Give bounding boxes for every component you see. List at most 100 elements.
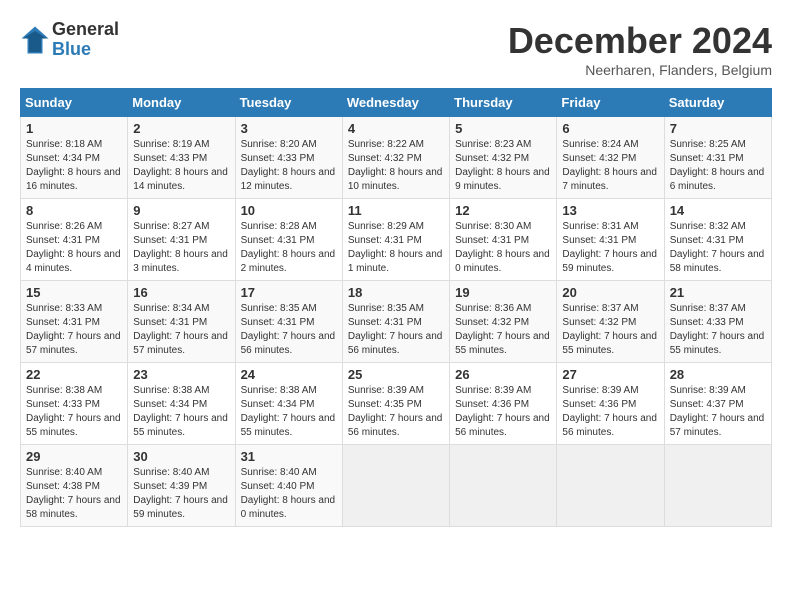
sunrise-label: Sunrise: 8:38 AM (26, 385, 102, 396)
sunset-label: Sunset: 4:31 PM (26, 235, 100, 246)
calendar-cell: 2 Sunrise: 8:19 AM Sunset: 4:33 PM Dayli… (128, 117, 235, 199)
day-number: 5 (455, 121, 551, 136)
day-number: 16 (133, 285, 229, 300)
day-info: Sunrise: 8:38 AM Sunset: 4:34 PM Dayligh… (241, 384, 337, 440)
day-info: Sunrise: 8:38 AM Sunset: 4:33 PM Dayligh… (26, 384, 122, 440)
location-subtitle: Neerharen, Flanders, Belgium (508, 62, 772, 78)
calendar-table: SundayMondayTuesdayWednesdayThursdayFrid… (20, 88, 772, 527)
day-info: Sunrise: 8:33 AM Sunset: 4:31 PM Dayligh… (26, 302, 122, 358)
sunset-label: Sunset: 4:32 PM (455, 317, 529, 328)
sunset-label: Sunset: 4:31 PM (133, 317, 207, 328)
sunrise-label: Sunrise: 8:31 AM (562, 221, 638, 232)
sunset-label: Sunset: 4:35 PM (348, 399, 422, 410)
calendar-cell (450, 445, 557, 527)
day-info: Sunrise: 8:39 AM Sunset: 4:37 PM Dayligh… (670, 384, 766, 440)
day-info: Sunrise: 8:27 AM Sunset: 4:31 PM Dayligh… (133, 220, 229, 276)
day-info: Sunrise: 8:34 AM Sunset: 4:31 PM Dayligh… (133, 302, 229, 358)
calendar-cell: 7 Sunrise: 8:25 AM Sunset: 4:31 PM Dayli… (664, 117, 771, 199)
sunrise-label: Sunrise: 8:35 AM (241, 303, 317, 314)
day-info: Sunrise: 8:20 AM Sunset: 4:33 PM Dayligh… (241, 138, 337, 194)
day-info: Sunrise: 8:32 AM Sunset: 4:31 PM Dayligh… (670, 220, 766, 276)
daylight-label: Daylight: 7 hours and 57 minutes. (26, 331, 121, 356)
day-number: 7 (670, 121, 766, 136)
day-number: 9 (133, 203, 229, 218)
day-info: Sunrise: 8:25 AM Sunset: 4:31 PM Dayligh… (670, 138, 766, 194)
daylight-label: Daylight: 8 hours and 16 minutes. (26, 167, 121, 192)
day-info: Sunrise: 8:35 AM Sunset: 4:31 PM Dayligh… (348, 302, 444, 358)
sunrise-label: Sunrise: 8:32 AM (670, 221, 746, 232)
daylight-label: Daylight: 8 hours and 3 minutes. (133, 249, 228, 274)
daylight-label: Daylight: 7 hours and 58 minutes. (670, 249, 765, 274)
sunset-label: Sunset: 4:32 PM (348, 153, 422, 164)
day-number: 8 (26, 203, 122, 218)
sunset-label: Sunset: 4:40 PM (241, 481, 315, 492)
day-info: Sunrise: 8:39 AM Sunset: 4:35 PM Dayligh… (348, 384, 444, 440)
day-number: 3 (241, 121, 337, 136)
daylight-label: Daylight: 8 hours and 6 minutes. (670, 167, 765, 192)
calendar-week-row: 8 Sunrise: 8:26 AM Sunset: 4:31 PM Dayli… (21, 199, 772, 281)
day-number: 10 (241, 203, 337, 218)
daylight-label: Daylight: 8 hours and 4 minutes. (26, 249, 121, 274)
daylight-label: Daylight: 7 hours and 55 minutes. (26, 413, 121, 438)
sunrise-label: Sunrise: 8:39 AM (455, 385, 531, 396)
header-thursday: Thursday (450, 89, 557, 117)
sunrise-label: Sunrise: 8:40 AM (26, 467, 102, 478)
daylight-label: Daylight: 7 hours and 56 minutes. (348, 413, 443, 438)
day-number: 30 (133, 449, 229, 464)
sunrise-label: Sunrise: 8:25 AM (670, 139, 746, 150)
calendar-cell: 29 Sunrise: 8:40 AM Sunset: 4:38 PM Dayl… (21, 445, 128, 527)
sunset-label: Sunset: 4:31 PM (670, 235, 744, 246)
day-number: 13 (562, 203, 658, 218)
day-number: 31 (241, 449, 337, 464)
sunrise-label: Sunrise: 8:38 AM (133, 385, 209, 396)
daylight-label: Daylight: 7 hours and 56 minutes. (241, 331, 336, 356)
calendar-cell: 21 Sunrise: 8:37 AM Sunset: 4:33 PM Dayl… (664, 281, 771, 363)
day-number: 20 (562, 285, 658, 300)
sunrise-label: Sunrise: 8:28 AM (241, 221, 317, 232)
sunset-label: Sunset: 4:34 PM (241, 399, 315, 410)
calendar-cell: 23 Sunrise: 8:38 AM Sunset: 4:34 PM Dayl… (128, 363, 235, 445)
sunrise-label: Sunrise: 8:38 AM (241, 385, 317, 396)
day-info: Sunrise: 8:22 AM Sunset: 4:32 PM Dayligh… (348, 138, 444, 194)
page-header: General Blue December 2024 Neerharen, Fl… (20, 20, 772, 78)
header-sunday: Sunday (21, 89, 128, 117)
sunrise-label: Sunrise: 8:19 AM (133, 139, 209, 150)
calendar-week-row: 15 Sunrise: 8:33 AM Sunset: 4:31 PM Dayl… (21, 281, 772, 363)
calendar-cell: 6 Sunrise: 8:24 AM Sunset: 4:32 PM Dayli… (557, 117, 664, 199)
daylight-label: Daylight: 7 hours and 58 minutes. (26, 495, 121, 520)
day-number: 25 (348, 367, 444, 382)
sunset-label: Sunset: 4:36 PM (455, 399, 529, 410)
day-info: Sunrise: 8:37 AM Sunset: 4:33 PM Dayligh… (670, 302, 766, 358)
day-number: 1 (26, 121, 122, 136)
day-info: Sunrise: 8:29 AM Sunset: 4:31 PM Dayligh… (348, 220, 444, 276)
daylight-label: Daylight: 8 hours and 0 minutes. (241, 495, 336, 520)
sunset-label: Sunset: 4:31 PM (241, 317, 315, 328)
header-monday: Monday (128, 89, 235, 117)
day-number: 29 (26, 449, 122, 464)
calendar-cell: 30 Sunrise: 8:40 AM Sunset: 4:39 PM Dayl… (128, 445, 235, 527)
day-number: 28 (670, 367, 766, 382)
calendar-week-row: 22 Sunrise: 8:38 AM Sunset: 4:33 PM Dayl… (21, 363, 772, 445)
sunrise-label: Sunrise: 8:37 AM (562, 303, 638, 314)
day-number: 14 (670, 203, 766, 218)
calendar-cell: 12 Sunrise: 8:30 AM Sunset: 4:31 PM Dayl… (450, 199, 557, 281)
calendar-cell: 10 Sunrise: 8:28 AM Sunset: 4:31 PM Dayl… (235, 199, 342, 281)
day-info: Sunrise: 8:24 AM Sunset: 4:32 PM Dayligh… (562, 138, 658, 194)
daylight-label: Daylight: 7 hours and 56 minutes. (562, 413, 657, 438)
sunset-label: Sunset: 4:33 PM (133, 153, 207, 164)
calendar-cell (664, 445, 771, 527)
sunrise-label: Sunrise: 8:39 AM (562, 385, 638, 396)
logo: General Blue (20, 20, 119, 60)
daylight-label: Daylight: 8 hours and 1 minute. (348, 249, 443, 274)
daylight-label: Daylight: 8 hours and 14 minutes. (133, 167, 228, 192)
daylight-label: Daylight: 8 hours and 7 minutes. (562, 167, 657, 192)
sunset-label: Sunset: 4:31 PM (241, 235, 315, 246)
calendar-cell: 3 Sunrise: 8:20 AM Sunset: 4:33 PM Dayli… (235, 117, 342, 199)
calendar-cell: 15 Sunrise: 8:33 AM Sunset: 4:31 PM Dayl… (21, 281, 128, 363)
sunset-label: Sunset: 4:33 PM (241, 153, 315, 164)
sunset-label: Sunset: 4:31 PM (670, 153, 744, 164)
day-info: Sunrise: 8:40 AM Sunset: 4:40 PM Dayligh… (241, 466, 337, 522)
sunrise-label: Sunrise: 8:39 AM (670, 385, 746, 396)
day-number: 15 (26, 285, 122, 300)
day-info: Sunrise: 8:39 AM Sunset: 4:36 PM Dayligh… (455, 384, 551, 440)
